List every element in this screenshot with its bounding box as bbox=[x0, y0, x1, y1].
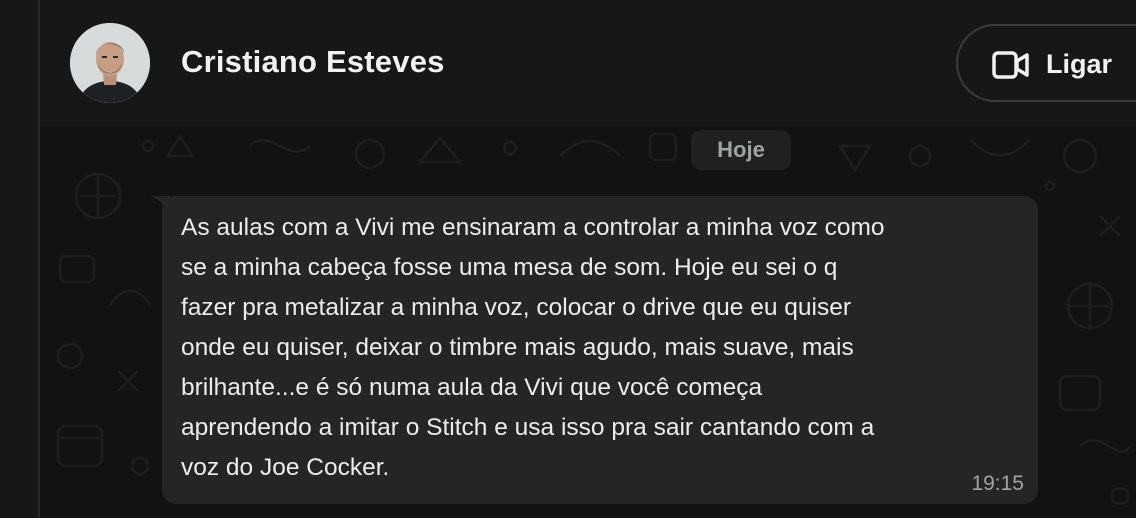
call-button-label: Ligar bbox=[1046, 49, 1113, 79]
message-line: voz do Joe Cocker. bbox=[181, 454, 390, 481]
chat-window: Cristiano Esteves Ligar Hoje As aulas co… bbox=[0, 0, 1136, 518]
call-button[interactable]: Ligar bbox=[956, 24, 1136, 102]
message-area[interactable]: Hoje As aulas com a Vivi me ensinaram a … bbox=[40, 126, 1136, 518]
avatar-portrait-icon bbox=[70, 23, 150, 103]
incoming-message-bubble[interactable]: As aulas com a Vivi me ensinaram a contr… bbox=[150, 196, 1038, 504]
message-line: onde eu quiser, deixar o timbre mais agu… bbox=[181, 334, 854, 361]
chat-header: Cristiano Esteves Ligar bbox=[40, 0, 1136, 126]
video-camera-icon bbox=[992, 51, 1029, 79]
message-line: se a minha cabeça fosse uma mesa de som.… bbox=[181, 254, 838, 281]
message-text: As aulas com a Vivi me ensinaram a contr… bbox=[181, 208, 1031, 488]
message-line: brilhante...e é só numa aula da Vivi que… bbox=[181, 374, 763, 401]
message-line: aprendendo a imitar o Stitch e usa isso … bbox=[181, 414, 875, 441]
message-timestamp: 19:15 bbox=[971, 472, 1024, 495]
date-separator: Hoje bbox=[691, 130, 791, 170]
contact-avatar[interactable] bbox=[70, 23, 150, 103]
contact-name[interactable]: Cristiano Esteves bbox=[181, 44, 445, 80]
left-panel-edge bbox=[0, 0, 38, 518]
bubble-tail bbox=[150, 196, 170, 214]
message-line: As aulas com a Vivi me ensinaram a contr… bbox=[181, 214, 885, 241]
message-line: fazer pra metalizar a minha voz, colocar… bbox=[181, 294, 851, 321]
